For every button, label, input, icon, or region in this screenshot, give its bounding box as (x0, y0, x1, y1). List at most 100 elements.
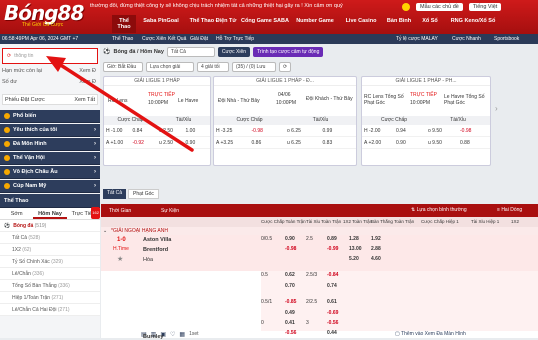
total-odds[interactable]: -0.84 (327, 272, 338, 278)
total-odds[interactable]: 0.89 (327, 236, 337, 242)
moneyline-odds[interactable]: 13.00 (349, 246, 362, 252)
menu-item-number-game[interactable]: Number Game (290, 15, 340, 33)
odds-cell[interactable]: 0.84 (131, 128, 158, 134)
odds-cell[interactable]: 0.94 (394, 128, 426, 134)
account-search-box[interactable]: ⟳ thông tin (2, 48, 98, 64)
featured-card-2[interactable]: GIẢI LIGUE 1 PHÁP - Đ... Đội Nhà - Thứ B… (213, 76, 357, 166)
odds-cell[interactable]: 0.99 (321, 128, 357, 134)
moneyline-odds[interactable]: 1.28 (349, 236, 359, 242)
total-odds[interactable]: 0.44 (327, 330, 337, 336)
category-sports[interactable]: Thể Thao (0, 194, 100, 208)
multi-view-link[interactable]: ▢ Thêm vào Xem Đa Màn Hình (395, 331, 466, 337)
category-euro[interactable]: Vô Địch Châu Âu › (0, 166, 100, 179)
tab-all-markets[interactable]: Tất Cả (103, 189, 127, 199)
market-item-both-odd-even[interactable]: Lẻ/Chẵn Cả Hai Đội (271) (0, 304, 100, 316)
market-item-ht-ft[interactable]: Hiệp 1/Toàn Trận (271) (0, 292, 100, 304)
category-favorites[interactable]: Yêu thích của tôi › (0, 124, 100, 137)
handicap-odds[interactable]: 0.70 (285, 283, 295, 289)
heart-icon[interactable]: ♡ (170, 331, 175, 338)
goal-total-odds[interactable]: 1.92 (371, 236, 381, 242)
handicap-odds[interactable]: -0.56 (285, 330, 296, 336)
goal-total-odds[interactable]: 4.60 (371, 256, 381, 262)
odds-cell[interactable]: -0.98 (250, 128, 286, 134)
total-odds[interactable]: -0.56 (327, 320, 338, 326)
subnav-parlay[interactable]: Cược Xiên (142, 36, 166, 42)
sort-mode-select[interactable]: ⇅ Lựa chọn bình thường (411, 207, 467, 213)
handicap-odds[interactable]: 0.62 (285, 272, 295, 278)
menu-item-table-games[interactable]: Bàn Bình (382, 15, 416, 33)
menu-item-saba-pingoal[interactable]: Saba PinGoal (136, 15, 186, 33)
sportsbook-link[interactable]: Sportsbook (494, 36, 519, 42)
odds-cell[interactable]: 0.88 (458, 140, 490, 146)
unsettled-view-link[interactable]: Xem Đ (79, 79, 96, 85)
market-item-odd-even[interactable]: Lẻ/Chẵn (336) (0, 268, 100, 280)
balance-view-link[interactable]: Xem Đ (79, 68, 96, 74)
odds-type-selector[interactable]: Tỷ lệ cược MALAY (396, 36, 438, 42)
language-selector[interactable]: Tiếng Việt (468, 3, 502, 11)
odds-cell[interactable]: 0.90 (184, 140, 211, 146)
carousel-next-icon[interactable]: › (495, 104, 498, 113)
goal-total-odds[interactable]: 2.88 (371, 246, 381, 252)
sort-time-select[interactable]: Giờ: Bắt Đầu (103, 61, 143, 72)
odds-cell[interactable]: 0.86 (250, 140, 286, 146)
handicap-odds[interactable]: -0.98 (285, 246, 296, 252)
menu-item-esports[interactable]: Thể Thao Điện Tử (186, 15, 240, 33)
subnav-leagues[interactable]: Giải Đặt (190, 36, 208, 42)
menu-item-live-casino[interactable]: Live Casino (340, 15, 382, 33)
odds-cell[interactable]: 0.83 (321, 140, 357, 146)
handicap-odds[interactable]: 0.41 (285, 320, 295, 326)
category-popular[interactable]: Phổ biến (0, 110, 100, 123)
market-item-all[interactable]: Tất Cả (528) (0, 232, 100, 244)
featured-card-1[interactable]: GIẢI LIGUE 1 PHÁP RC Lens TRỰC TIẾP 10:0… (103, 76, 211, 166)
category-olympics[interactable]: Thể Vận Hội › (0, 152, 100, 165)
menu-item-sports[interactable]: Thể Thao (112, 15, 136, 33)
saved-count[interactable]: (35) / (0) Lưu (232, 61, 276, 72)
bet-slip-view-all[interactable]: Xem Tất (74, 97, 95, 103)
tab-corners[interactable]: Phạt Góc (128, 189, 159, 199)
menu-item-lottery[interactable]: Xổ Sổ (416, 15, 444, 33)
collapse-icon[interactable]: ⌄ (103, 228, 107, 234)
account-input[interactable]: thông tin (14, 53, 33, 59)
market-filter-select[interactable]: Tất Cả (166, 46, 215, 57)
market-item-total-goals[interactable]: Tổng Số Bàn Thắng (336) (0, 280, 100, 292)
tab-today[interactable]: Hôm Nay (33, 208, 67, 219)
odds-cell[interactable]: 0.90 (394, 140, 426, 146)
menu-item-saba-games[interactable]: Cổng Game SABA (240, 15, 290, 33)
market-item-1x2[interactable]: 1X2 (62) (0, 244, 100, 256)
subnav-live-support[interactable]: Hỗ Trợ Trực Tiếp (216, 36, 254, 42)
auto-bet-builder-button[interactable]: Trình tạo cược cảm tự động (253, 46, 324, 57)
tab-over-under[interactable]: Tài/Xỉu (285, 116, 356, 125)
featured-card-3[interactable]: GIẢI LIGUE 1 PHÁP - PH... RC Lens Tổng S… (361, 76, 491, 166)
line-mode-select[interactable]: ≡ Hai Dòng (497, 207, 522, 213)
moneyline-odds[interactable]: 5.20 (349, 256, 359, 262)
odds-cell[interactable]: -0.98 (458, 128, 490, 134)
tab-over-under[interactable]: Tài/Xỉu (426, 116, 490, 125)
tab-handicap[interactable]: Cược Chấp (362, 116, 426, 125)
handicap-odds[interactable]: 0.90 (285, 236, 295, 242)
refresh-button[interactable]: ⟳ (279, 61, 292, 72)
market-item-correct-score[interactable]: Tỷ Số Chính Xác (329) (0, 256, 100, 268)
pitch-icon[interactable]: ▦ (179, 331, 185, 338)
total-odds[interactable]: 0.61 (327, 299, 337, 305)
category-copa[interactable]: Cúp Nam Mỹ › (0, 180, 100, 193)
tab-early[interactable]: Sớm (0, 208, 33, 219)
tab-handicap[interactable]: Cược Chấp (104, 116, 157, 125)
handicap-odds[interactable]: 0.49 (285, 310, 295, 316)
theme-selector[interactable]: Mẫu các chủ đề (416, 3, 463, 11)
total-odds[interactable]: -0.69 (327, 310, 338, 316)
bet-slip-header[interactable]: Phiếu Đặt Cược Xem Tất (2, 94, 98, 105)
coin-icon[interactable] (402, 3, 410, 11)
tab-over-under[interactable]: Tài/Xỉu (157, 116, 210, 125)
total-odds[interactable]: -0.99 (327, 246, 338, 252)
site-logo[interactable]: Bóng88 Thế Giới Cá Cược (4, 2, 88, 30)
tab-handicap[interactable]: Cược Chấp (214, 116, 285, 125)
odds-cell[interactable]: 1.00 (184, 128, 211, 134)
quick-bet-toggle[interactable]: Cược Nhanh (452, 36, 481, 42)
tab-live[interactable]: Trực Tiếp 162 (67, 207, 100, 219)
category-virtual[interactable]: Đá Môn Hình › (0, 138, 100, 151)
handicap-odds[interactable]: -0.85 (285, 299, 296, 305)
menu-item-rng-keno[interactable]: RNG Keno/Xổ Số (444, 15, 502, 33)
league-row[interactable]: ⌄ *GIẢI NGOẠI HẠNG ANH (101, 227, 538, 235)
subnav-results[interactable]: Kết Quả (168, 36, 186, 42)
league-count-select[interactable]: 4 giải tối (197, 61, 229, 72)
